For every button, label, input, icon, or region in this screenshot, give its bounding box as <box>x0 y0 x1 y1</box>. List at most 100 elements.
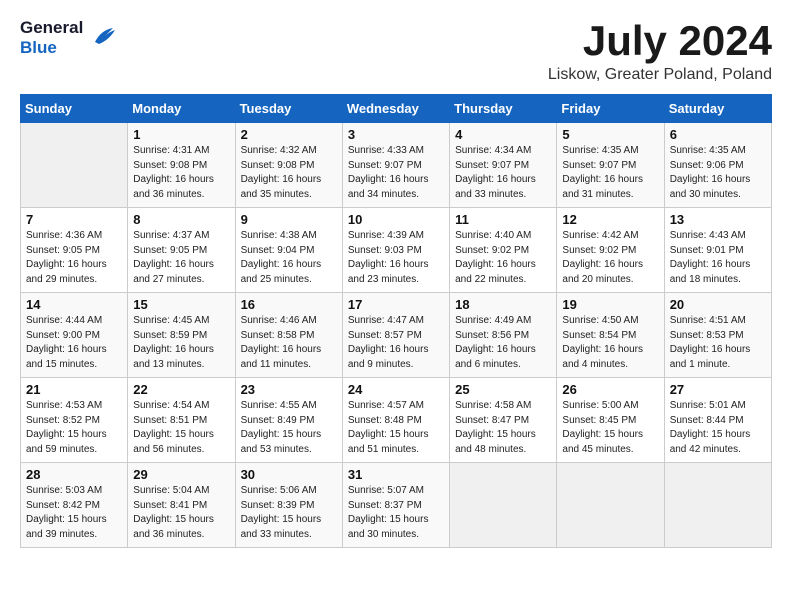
calendar-cell: 15 Sunrise: 4:45 AMSunset: 8:59 PMDayligh… <box>128 293 235 378</box>
location-title: Liskow, Greater Poland, Poland <box>548 66 772 84</box>
cell-info: Sunrise: 4:43 AMSunset: 9:01 PMDaylight:… <box>670 229 766 287</box>
calendar-week-row: 14 Sunrise: 4:44 AMSunset: 9:00 PMDayligh… <box>21 293 772 378</box>
calendar-cell: 28 Sunrise: 5:03 AMSunset: 8:42 PMDayligh… <box>21 463 128 548</box>
day-number: 14 <box>26 297 122 312</box>
calendar-cell: 12 Sunrise: 4:42 AMSunset: 9:02 PMDayligh… <box>557 208 664 293</box>
calendar-cell: 19 Sunrise: 4:50 AMSunset: 8:54 PMDayligh… <box>557 293 664 378</box>
cell-info: Sunrise: 5:07 AMSunset: 8:37 PMDaylight:… <box>348 484 444 542</box>
day-number: 31 <box>348 467 444 482</box>
cell-info: Sunrise: 5:03 AMSunset: 8:42 PMDaylight:… <box>26 484 122 542</box>
calendar-cell: 5 Sunrise: 4:35 AMSunset: 9:07 PMDaylight… <box>557 123 664 208</box>
calendar-cell: 26 Sunrise: 5:00 AMSunset: 8:45 PMDayligh… <box>557 378 664 463</box>
day-number: 7 <box>26 212 122 227</box>
day-number: 3 <box>348 127 444 142</box>
calendar-cell: 11 Sunrise: 4:40 AMSunset: 9:02 PMDayligh… <box>450 208 557 293</box>
calendar-cell: 9Sunrise: 4:38 AMSunset: 9:04 PMDaylight… <box>235 208 342 293</box>
calendar-cell: 18 Sunrise: 4:49 AMSunset: 8:56 PMDayligh… <box>450 293 557 378</box>
cell-info: Sunrise: 4:57 AMSunset: 8:48 PMDaylight:… <box>348 399 444 457</box>
calendar-cell: 29Sunrise: 5:04 AMSunset: 8:41 PMDayligh… <box>128 463 235 548</box>
day-number: 16 <box>241 297 337 312</box>
day-number: 19 <box>562 297 658 312</box>
day-number: 18 <box>455 297 551 312</box>
calendar-cell: 3 Sunrise: 4:33 AMSunset: 9:07 PMDaylight… <box>342 123 449 208</box>
col-header-thursday: Thursday <box>450 95 557 123</box>
calendar-week-row: 7 Sunrise: 4:36 AMSunset: 9:05 PMDaylight… <box>21 208 772 293</box>
month-title: July 2024 <box>548 18 772 64</box>
calendar-header-row: SundayMondayTuesdayWednesdayThursdayFrid… <box>21 95 772 123</box>
col-header-saturday: Saturday <box>664 95 771 123</box>
cell-info: Sunrise: 4:35 AMSunset: 9:06 PMDaylight:… <box>670 144 766 202</box>
calendar-cell: 7 Sunrise: 4:36 AMSunset: 9:05 PMDaylight… <box>21 208 128 293</box>
calendar-cell <box>21 123 128 208</box>
day-number: 20 <box>670 297 766 312</box>
cell-info: Sunrise: 4:31 AMSunset: 9:08 PMDaylight:… <box>133 144 229 202</box>
day-number: 4 <box>455 127 551 142</box>
cell-info: Sunrise: 4:33 AMSunset: 9:07 PMDaylight:… <box>348 144 444 202</box>
day-number: 26 <box>562 382 658 397</box>
col-header-tuesday: Tuesday <box>235 95 342 123</box>
calendar-cell: 17 Sunrise: 4:47 AMSunset: 8:57 PMDayligh… <box>342 293 449 378</box>
calendar-cell: 6 Sunrise: 4:35 AMSunset: 9:06 PMDaylight… <box>664 123 771 208</box>
calendar-cell: 23Sunrise: 4:55 AMSunset: 8:49 PMDayligh… <box>235 378 342 463</box>
calendar-cell <box>450 463 557 548</box>
day-number: 22 <box>133 382 229 397</box>
day-number: 6 <box>670 127 766 142</box>
cell-info: Sunrise: 4:53 AMSunset: 8:52 PMDaylight:… <box>26 399 122 457</box>
calendar-cell: 2Sunrise: 4:32 AMSunset: 9:08 PMDaylight… <box>235 123 342 208</box>
calendar-cell: 14 Sunrise: 4:44 AMSunset: 9:00 PMDayligh… <box>21 293 128 378</box>
calendar-cell: 30Sunrise: 5:06 AMSunset: 8:39 PMDayligh… <box>235 463 342 548</box>
cell-info: Sunrise: 4:34 AMSunset: 9:07 PMDaylight:… <box>455 144 551 202</box>
cell-info: Sunrise: 4:40 AMSunset: 9:02 PMDaylight:… <box>455 229 551 287</box>
day-number: 17 <box>348 297 444 312</box>
cell-info: Sunrise: 4:35 AMSunset: 9:07 PMDaylight:… <box>562 144 658 202</box>
calendar-cell <box>557 463 664 548</box>
col-header-sunday: Sunday <box>21 95 128 123</box>
calendar-cell: 13 Sunrise: 4:43 AMSunset: 9:01 PMDayligh… <box>664 208 771 293</box>
day-number: 13 <box>670 212 766 227</box>
day-number: 9 <box>241 212 337 227</box>
cell-info: Sunrise: 4:36 AMSunset: 9:05 PMDaylight:… <box>26 229 122 287</box>
day-number: 21 <box>26 382 122 397</box>
calendar-cell: 31 Sunrise: 5:07 AMSunset: 8:37 PMDayligh… <box>342 463 449 548</box>
cell-info: Sunrise: 4:46 AMSunset: 8:58 PMDaylight:… <box>241 314 337 372</box>
cell-info: Sunrise: 4:39 AMSunset: 9:03 PMDaylight:… <box>348 229 444 287</box>
logo-blue: Blue <box>20 38 57 58</box>
day-number: 5 <box>562 127 658 142</box>
day-number: 2 <box>241 127 337 142</box>
day-number: 15 <box>133 297 229 312</box>
cell-info: Sunrise: 4:55 AMSunset: 8:49 PMDaylight:… <box>241 399 337 457</box>
calendar-cell: 8Sunrise: 4:37 AMSunset: 9:05 PMDaylight… <box>128 208 235 293</box>
cell-info: Sunrise: 4:45 AMSunset: 8:59 PMDaylight:… <box>133 314 229 372</box>
day-number: 28 <box>26 467 122 482</box>
logo-general: General <box>20 18 83 38</box>
cell-info: Sunrise: 4:42 AMSunset: 9:02 PMDaylight:… <box>562 229 658 287</box>
calendar-week-row: 1Sunrise: 4:31 AMSunset: 9:08 PMDaylight… <box>21 123 772 208</box>
calendar-week-row: 28 Sunrise: 5:03 AMSunset: 8:42 PMDayligh… <box>21 463 772 548</box>
col-header-friday: Friday <box>557 95 664 123</box>
cell-info: Sunrise: 4:51 AMSunset: 8:53 PMDaylight:… <box>670 314 766 372</box>
page-header: General Blue July 2024 Liskow, Greater P… <box>20 18 772 84</box>
calendar-week-row: 21 Sunrise: 4:53 AMSunset: 8:52 PMDayligh… <box>21 378 772 463</box>
cell-info: Sunrise: 5:06 AMSunset: 8:39 PMDaylight:… <box>241 484 337 542</box>
calendar-cell: 1Sunrise: 4:31 AMSunset: 9:08 PMDaylight… <box>128 123 235 208</box>
day-number: 24 <box>348 382 444 397</box>
calendar-cell: 24 Sunrise: 4:57 AMSunset: 8:48 PMDayligh… <box>342 378 449 463</box>
calendar-cell: 4 Sunrise: 4:34 AMSunset: 9:07 PMDaylight… <box>450 123 557 208</box>
calendar-cell: 10Sunrise: 4:39 AMSunset: 9:03 PMDayligh… <box>342 208 449 293</box>
cell-info: Sunrise: 4:50 AMSunset: 8:54 PMDaylight:… <box>562 314 658 372</box>
calendar-cell: 21 Sunrise: 4:53 AMSunset: 8:52 PMDayligh… <box>21 378 128 463</box>
day-number: 11 <box>455 212 551 227</box>
calendar-cell: 20 Sunrise: 4:51 AMSunset: 8:53 PMDayligh… <box>664 293 771 378</box>
day-number: 8 <box>133 212 229 227</box>
logo: General Blue <box>20 18 119 57</box>
calendar-cell: 16 Sunrise: 4:46 AMSunset: 8:58 PMDayligh… <box>235 293 342 378</box>
cell-info: Sunrise: 4:47 AMSunset: 8:57 PMDaylight:… <box>348 314 444 372</box>
day-number: 12 <box>562 212 658 227</box>
day-number: 25 <box>455 382 551 397</box>
col-header-wednesday: Wednesday <box>342 95 449 123</box>
calendar-cell: 27Sunrise: 5:01 AMSunset: 8:44 PMDayligh… <box>664 378 771 463</box>
cell-info: Sunrise: 4:49 AMSunset: 8:56 PMDaylight:… <box>455 314 551 372</box>
day-number: 27 <box>670 382 766 397</box>
cell-info: Sunrise: 4:44 AMSunset: 9:00 PMDaylight:… <box>26 314 122 372</box>
cell-info: Sunrise: 5:00 AMSunset: 8:45 PMDaylight:… <box>562 399 658 457</box>
